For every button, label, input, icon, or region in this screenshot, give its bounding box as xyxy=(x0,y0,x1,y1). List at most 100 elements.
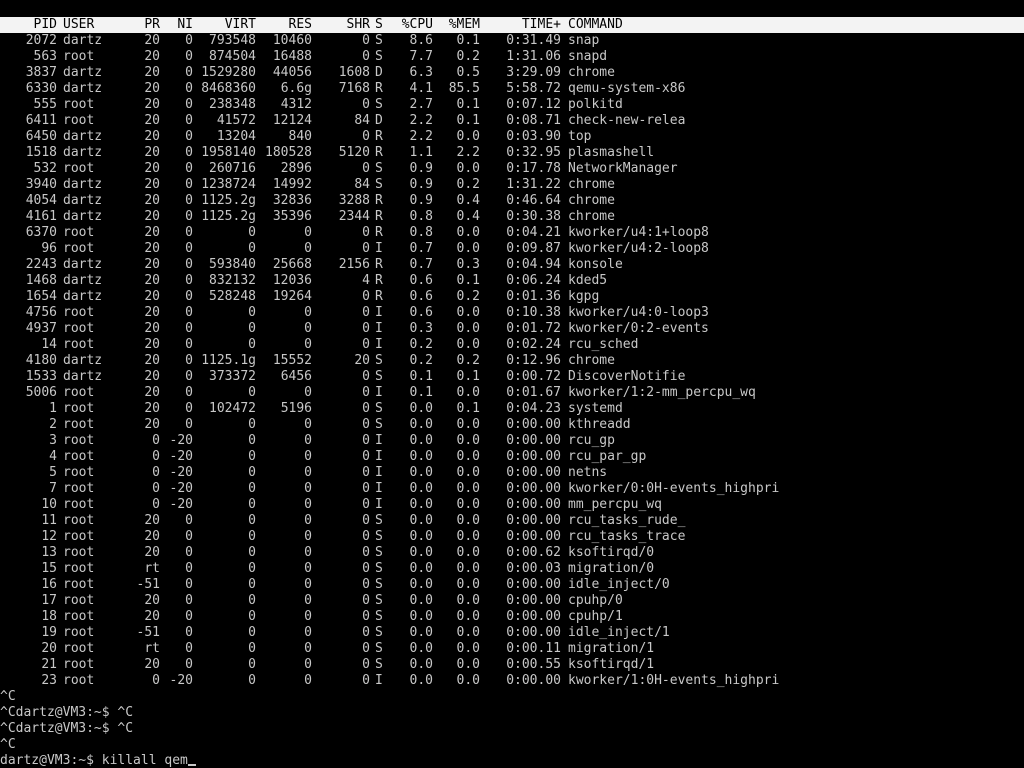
cell-command: kworker/0:0H-events_highpri xyxy=(568,481,780,496)
cell-res: 0 xyxy=(304,673,312,688)
cell-shr: 4 xyxy=(362,273,370,288)
cell-mem: 0.0 xyxy=(456,513,480,528)
cell-time: 0:00.00 xyxy=(506,449,561,464)
cell-user: dartz xyxy=(63,81,103,96)
cell-user: root xyxy=(63,449,95,464)
cell-state: R xyxy=(375,209,383,224)
cell-ni: 0 xyxy=(185,177,193,192)
cell-pr: rt xyxy=(144,641,160,656)
cell-command: plasmashell xyxy=(568,145,655,160)
cell-pr: 20 xyxy=(144,321,160,336)
cell-pid: 5006 xyxy=(25,385,57,400)
cell-time: 0:00.00 xyxy=(506,433,561,448)
table-row: 532 root 20 0 260716 2896 0 S 0.9 0.0 0:17.78 Netwo… xyxy=(0,161,1024,177)
cell-time: 0:00.00 xyxy=(506,593,561,608)
cell-shr: 0 xyxy=(362,641,370,656)
col-cpu-header: %CPU xyxy=(401,17,433,32)
cell-time: 0:00.00 xyxy=(506,625,561,640)
cell-state: S xyxy=(375,625,383,640)
cell-pr: 20 xyxy=(144,97,160,112)
cell-command: chrome xyxy=(568,209,615,224)
cell-user: dartz xyxy=(63,273,103,288)
cell-shr: 0 xyxy=(362,433,370,448)
command-prompt-line[interactable]: dartz@VM3:~$ killall qem xyxy=(0,753,1024,768)
cell-state: S xyxy=(375,561,383,576)
cell-time: 3:29.09 xyxy=(506,65,561,80)
cell-res: 4312 xyxy=(280,97,312,112)
cell-shr: 84 xyxy=(354,177,370,192)
cell-pr: 20 xyxy=(144,353,160,368)
cell-mem: 0.1 xyxy=(456,33,480,48)
cell-pid: 4 xyxy=(49,449,57,464)
cell-pr: 20 xyxy=(144,417,160,432)
cell-time: 0:04.23 xyxy=(506,401,561,416)
cell-virt: 1125.2g xyxy=(201,193,256,208)
table-row: 7 root 0 -20 0 0 0 I 0.0 0.0 0:00.00 kworker/0:0H-e… xyxy=(0,481,1024,497)
cell-virt: 0 xyxy=(248,609,256,624)
table-row: 1468 dartz 20 0 832132 12036 4 R 0.6 0.1 0:06.24 kd… xyxy=(0,273,1024,289)
cell-shr: 0 xyxy=(362,625,370,640)
table-row: 4937 root 20 0 0 0 0 I 0.3 0.0 0:01.72 kworker/0:2-… xyxy=(0,321,1024,337)
table-row: 4 root 0 -20 0 0 0 I 0.0 0.0 0:00.00 rcu_par_gp xyxy=(0,449,1024,465)
cell-mem: 0.2 xyxy=(456,353,480,368)
table-row: 1654 dartz 20 0 528248 19264 0 R 0.6 0.2 0:01.36 kg… xyxy=(0,289,1024,305)
cell-time: 0:01.36 xyxy=(506,289,561,304)
cell-pid: 7 xyxy=(49,481,57,496)
cell-pid: 11 xyxy=(41,513,57,528)
cell-time: 0:00.00 xyxy=(506,465,561,480)
cell-mem: 0.5 xyxy=(456,65,480,80)
cell-state: S xyxy=(375,593,383,608)
cell-mem: 0.1 xyxy=(456,401,480,416)
cell-ni: 0 xyxy=(185,529,193,544)
cell-user: root xyxy=(63,561,95,576)
cell-command: idle_inject/0 xyxy=(568,577,670,592)
cell-res: 6456 xyxy=(280,369,312,384)
cell-ni: 0 xyxy=(185,609,193,624)
cell-state: R xyxy=(375,257,383,272)
cell-res: 180528 xyxy=(265,145,312,160)
cell-pr: 20 xyxy=(144,369,160,384)
cell-mem: 0.3 xyxy=(456,257,480,272)
cell-cpu: 0.0 xyxy=(409,593,433,608)
cell-state: I xyxy=(375,305,383,320)
cell-time: 0:00.00 xyxy=(506,417,561,432)
cell-pid: 1 xyxy=(49,401,57,416)
cell-cpu: 0.7 xyxy=(409,257,433,272)
cell-state: R xyxy=(375,193,383,208)
cell-pr: 20 xyxy=(144,209,160,224)
cell-cpu: 0.0 xyxy=(409,465,433,480)
cell-virt: 0 xyxy=(248,305,256,320)
shell-output[interactable]: ^C ^Cdartz@VM3:~$ ^C ^Cdartz@VM3:~$ ^C ^… xyxy=(0,689,1024,768)
cell-ni: 0 xyxy=(185,417,193,432)
cell-time: 0:07.12 xyxy=(506,97,561,112)
cell-pr: 20 xyxy=(144,657,160,672)
cell-user: root xyxy=(63,577,95,592)
cell-time: 0:32.95 xyxy=(506,145,561,160)
cell-ni: 0 xyxy=(185,657,193,672)
command-input[interactable]: killall qem xyxy=(102,753,188,768)
cell-res: 0 xyxy=(304,417,312,432)
cell-pr: 20 xyxy=(144,257,160,272)
cell-command: netns xyxy=(568,465,608,480)
cell-virt: 0 xyxy=(248,561,256,576)
cell-user: root xyxy=(63,481,95,496)
cell-pr: 20 xyxy=(144,305,160,320)
cell-state: D xyxy=(375,65,383,80)
process-table: 2072 dartz 20 0 793548 10460 0 S 8.6 0.1 0:31.49 sn… xyxy=(0,33,1024,689)
cell-pid: 10 xyxy=(41,497,57,512)
cell-user: root xyxy=(63,641,95,656)
terminal-window[interactable]: PID USER PR NI VIRT RES SHR S %CPU %MEM … xyxy=(0,0,1024,768)
cell-mem: 0.2 xyxy=(456,49,480,64)
cell-virt: 238348 xyxy=(209,97,256,112)
cell-pr: -51 xyxy=(136,577,160,592)
cell-mem: 0.0 xyxy=(456,385,480,400)
cell-cpu: 0.6 xyxy=(409,273,433,288)
cell-pid: 4054 xyxy=(25,193,57,208)
cell-cpu: 0.7 xyxy=(409,241,433,256)
cell-time: 0:00.00 xyxy=(506,513,561,528)
cell-res: 0 xyxy=(304,433,312,448)
cell-cpu: 0.8 xyxy=(409,225,433,240)
cell-pr: 20 xyxy=(144,289,160,304)
cell-shr: 0 xyxy=(362,129,370,144)
cell-user: root xyxy=(63,545,95,560)
